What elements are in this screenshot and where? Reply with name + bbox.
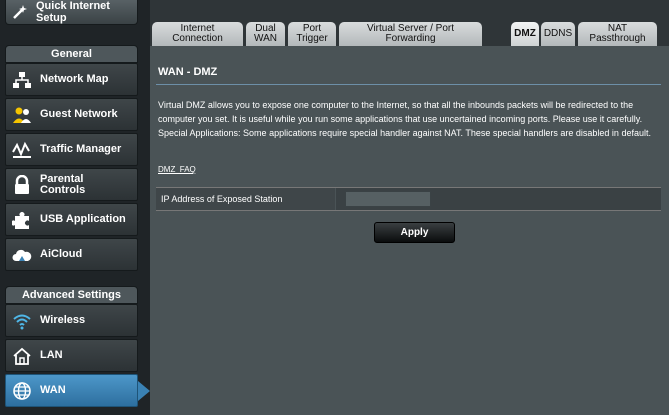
- tab-label-line2: Passthrough: [589, 33, 646, 44]
- puzzle-icon: [11, 209, 33, 231]
- tab-label-line2: Forwarding: [385, 33, 436, 44]
- tab-label-line1: DDNS: [543, 28, 573, 39]
- tab-internet-connection[interactable]: Internet Connection: [152, 22, 243, 46]
- sidebar-item-label: Traffic Manager: [40, 143, 122, 155]
- apply-button[interactable]: Apply: [374, 222, 455, 243]
- cloud-icon: [11, 244, 33, 266]
- tab-label-line2: Trigger: [296, 33, 328, 44]
- sidebar-item-lan[interactable]: LAN: [5, 339, 138, 372]
- sidebar-item-parental-controls[interactable]: Parental Controls: [5, 168, 138, 201]
- sidebar-item-label: LAN: [40, 349, 63, 361]
- advanced-section-header: Advanced Settings: [5, 286, 138, 304]
- exposed-station-ip-input[interactable]: [345, 191, 431, 207]
- sidebar-item-traffic-manager[interactable]: Traffic Manager: [5, 133, 138, 166]
- exposed-station-row: IP Address of Exposed Station: [156, 187, 661, 211]
- tab-dmz[interactable]: DMZ: [511, 22, 539, 46]
- sidebar-item-label: Guest Network: [40, 108, 118, 120]
- general-section-header: General: [5, 45, 138, 63]
- globe-icon: [11, 380, 33, 402]
- exposed-station-label: IP Address of Exposed Station: [156, 188, 335, 210]
- quick-internet-setup-button[interactable]: Quick Internet Setup: [5, 0, 138, 25]
- tab-label-line2: WAN: [254, 33, 277, 44]
- sidebar-item-usb-application[interactable]: USB Application: [5, 203, 138, 236]
- sidebar: Quick Internet Setup General Network Map…: [0, 0, 150, 415]
- sidebar-item-label: Parental Controls: [40, 172, 86, 196]
- sidebar-item-label: AiCloud: [40, 248, 83, 260]
- sidebar-item-label: WAN: [40, 384, 66, 396]
- sidebar-item-aicloud[interactable]: AiCloud: [5, 238, 138, 271]
- content-panel: WAN - DMZ Virtual DMZ allows you to expo…: [150, 46, 669, 415]
- quick-setup-label: Quick Internet Setup: [36, 0, 110, 24]
- network-map-icon: [11, 69, 33, 91]
- sidebar-item-label: USB Application: [40, 213, 126, 225]
- tab-nat-passthrough[interactable]: NAT Passthrough: [578, 22, 657, 46]
- title-divider: [156, 84, 661, 85]
- tab-virtual-server[interactable]: Virtual Server / Port Forwarding: [339, 22, 482, 46]
- sidebar-item-label: Network Map: [40, 73, 109, 85]
- wifi-icon: [11, 310, 33, 332]
- lock-icon: [11, 174, 33, 196]
- page-title: WAN - DMZ: [158, 66, 218, 78]
- traffic-manager-icon: [11, 139, 33, 161]
- dmz-description: Virtual DMZ allows you to expose one com…: [158, 100, 651, 138]
- guest-network-icon: [11, 104, 33, 126]
- dmz-faq-link[interactable]: DMZ_FAQ: [158, 165, 196, 174]
- tab-bar: Internet Connection Dual WAN Port Trigge…: [150, 0, 669, 46]
- tab-ddns[interactable]: DDNS: [541, 22, 575, 46]
- main-panel: Internet Connection Dual WAN Port Trigge…: [150, 0, 669, 415]
- exposed-station-input-cell: [336, 188, 661, 210]
- tab-label-line2: Connection: [172, 33, 223, 44]
- tab-dual-wan[interactable]: Dual WAN: [246, 22, 285, 46]
- home-icon: [11, 345, 33, 367]
- sidebar-item-wireless[interactable]: Wireless: [5, 304, 138, 337]
- sidebar-item-label: Wireless: [40, 314, 86, 326]
- sidebar-item-wan[interactable]: WAN: [5, 374, 138, 407]
- sidebar-item-guest-network[interactable]: Guest Network: [5, 98, 138, 131]
- tab-label-line1: DMZ: [514, 28, 536, 39]
- tab-port-trigger[interactable]: Port Trigger: [288, 22, 336, 46]
- sidebar-item-network-map[interactable]: Network Map: [5, 63, 138, 96]
- wand-icon: [12, 4, 28, 20]
- active-item-arrow: [138, 381, 150, 401]
